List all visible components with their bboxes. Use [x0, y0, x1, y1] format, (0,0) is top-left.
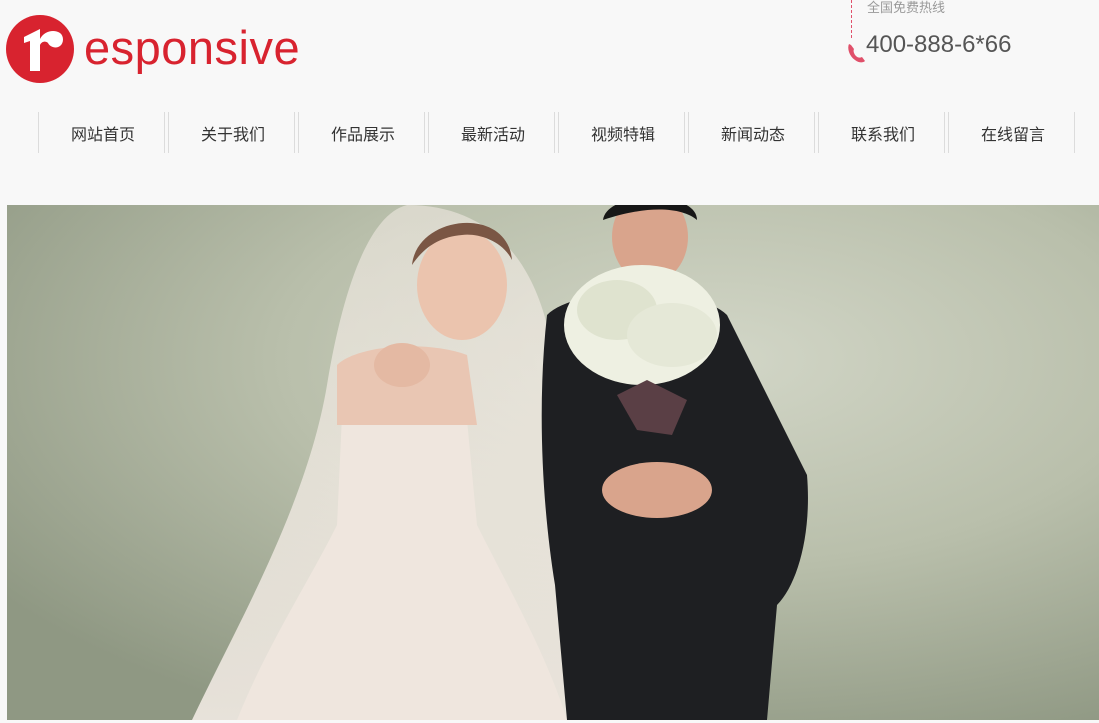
wedding-couple-image [7, 205, 1099, 720]
nav-item-contact[interactable]: 联系我们 [818, 112, 948, 153]
hotline-divider [851, 0, 852, 38]
nav-item-label: 新闻动态 [720, 126, 785, 144]
nav-item-label: 视频特辑 [590, 126, 655, 144]
nav-item-label: 最新活动 [460, 126, 525, 144]
hero-banner[interactable] [7, 205, 1099, 720]
hotline-number[interactable]: 400-888-6*66 [866, 30, 1011, 60]
hotline-block: 全国免费热线 400-888-6*66 [845, 0, 1085, 70]
nav-item-label: 联系我们 [850, 126, 915, 144]
logo-mark-icon [6, 15, 74, 83]
logo-text: esponsive [84, 20, 301, 74]
site-logo[interactable]: esponsive [6, 14, 300, 84]
hotline-label: 全国免费热线 [867, 0, 946, 15]
nav-item-home[interactable]: 网站首页 [38, 112, 168, 153]
nav-item-videos[interactable]: 视频特辑 [558, 112, 688, 153]
nav-item-label: 作品展示 [330, 126, 395, 144]
main-nav: 网站首页 关于我们 作品展示 最新活动 视频特辑 新闻动态 联系我们 在线留言 [38, 112, 1078, 153]
site-header: esponsive 全国免费热线 400-888-6*66 [0, 0, 1099, 100]
nav-item-label: 关于我们 [200, 126, 265, 144]
nav-item-label: 网站首页 [70, 126, 135, 144]
nav-item-works[interactable]: 作品展示 [298, 112, 428, 153]
nav-item-about[interactable]: 关于我们 [168, 112, 298, 153]
nav-item-events[interactable]: 最新活动 [428, 112, 558, 153]
nav-item-label: 在线留言 [980, 126, 1045, 144]
nav-item-message[interactable]: 在线留言 [948, 112, 1078, 153]
nav-item-news[interactable]: 新闻动态 [688, 112, 818, 153]
